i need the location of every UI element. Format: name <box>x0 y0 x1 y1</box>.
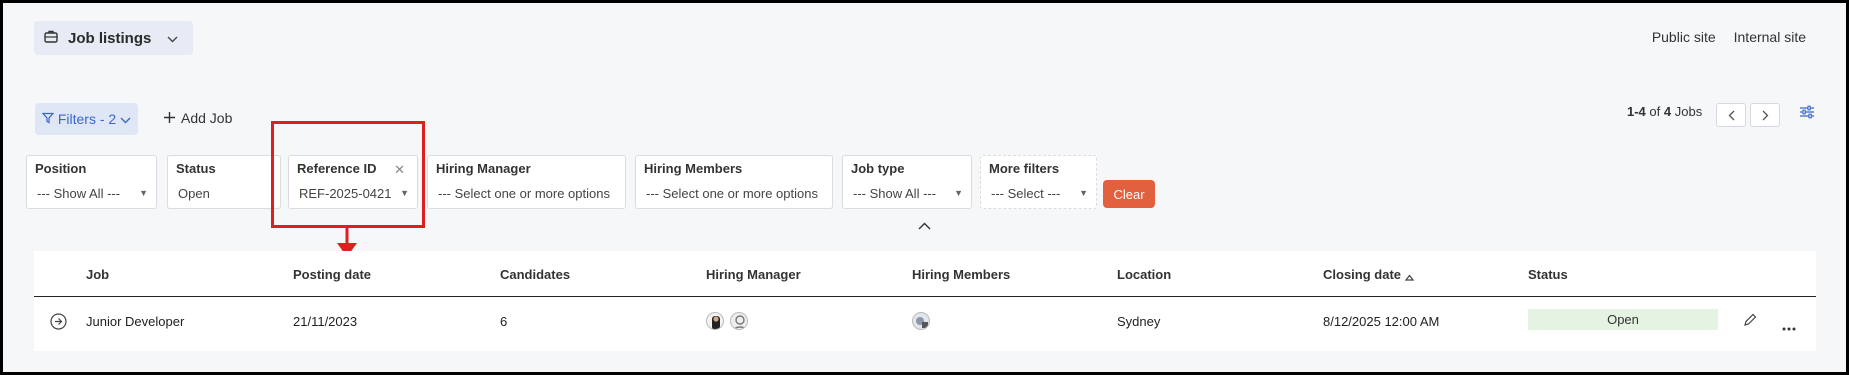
more-filters-value: --- Select --- <box>991 186 1061 201</box>
table-row[interactable]: Junior Developer 21/11/2023 6 Sydney 8/1… <box>34 298 1816 350</box>
column-candidates[interactable]: Candidates <box>500 267 570 282</box>
top-links: Public site Internal site <box>1652 29 1806 45</box>
pagination-summary: 1-4 of 4 Jobs <box>1627 104 1702 119</box>
column-hiring-manager[interactable]: Hiring Manager <box>706 267 801 282</box>
job-type-filter[interactable]: Job type --- Show All --- ▼ <box>842 155 972 209</box>
status-filter-value: Open <box>178 186 210 201</box>
chevron-up-icon[interactable] <box>918 217 931 235</box>
column-job[interactable]: Job <box>86 267 109 282</box>
status-filter[interactable]: Status Open <box>167 155 281 209</box>
chevron-down-icon <box>167 30 178 47</box>
open-job-arrow-icon[interactable] <box>50 313 67 335</box>
hiring-manager-filter-label: Hiring Manager <box>436 161 531 176</box>
status-badge: Open <box>1528 309 1718 330</box>
job-type-filter-value: --- Show All --- <box>853 186 937 201</box>
filter-icon <box>41 111 55 127</box>
job-listings-label: Job listings <box>68 29 152 47</box>
avatar <box>706 312 724 330</box>
chevron-down-icon <box>120 111 131 127</box>
table-header: Job Posting date Candidates Hiring Manag… <box>34 251 1816 297</box>
status-filter-label: Status <box>176 161 216 176</box>
column-closing-date[interactable]: Closing date <box>1323 267 1401 282</box>
briefcase-icon <box>44 30 58 47</box>
previous-page-button[interactable] <box>1716 103 1746 127</box>
add-job-button[interactable]: Add Job <box>164 110 232 126</box>
more-filters[interactable]: More filters --- Select --- ▼ <box>980 155 1097 209</box>
public-site-link[interactable]: Public site <box>1652 29 1716 45</box>
filters-button[interactable]: Filters - 2 <box>35 103 138 135</box>
column-posting-date[interactable]: Posting date <box>293 267 371 282</box>
caret-down-icon: ▼ <box>1079 188 1088 198</box>
sort-ascending-icon[interactable] <box>1404 268 1415 286</box>
jobs-table: Job Posting date Candidates Hiring Manag… <box>34 251 1816 351</box>
column-hiring-members[interactable]: Hiring Members <box>912 267 1010 282</box>
hiring-members-filter-label: Hiring Members <box>644 161 743 176</box>
annotation-highlight-box <box>271 121 425 228</box>
pagination-total: 4 <box>1663 104 1672 119</box>
more-options-icon[interactable] <box>1782 318 1796 336</box>
avatar <box>912 312 930 330</box>
pagination-of: of <box>1649 104 1661 119</box>
next-page-button[interactable] <box>1750 103 1780 127</box>
page-frame: Job listings Public site Internal site F… <box>0 0 1849 375</box>
hiring-manager-filter[interactable]: Hiring Manager --- Select one or more op… <box>427 155 626 209</box>
column-status[interactable]: Status <box>1528 267 1568 282</box>
filters-label: Filters - 2 <box>57 111 117 127</box>
chevron-right-icon <box>1762 110 1768 120</box>
job-type-filter-label: Job type <box>851 161 905 176</box>
pagination-range: 1-4 <box>1627 104 1646 119</box>
add-job-label: Add Job <box>181 110 233 126</box>
caret-down-icon: ▼ <box>139 188 148 198</box>
job-title[interactable]: Junior Developer <box>86 314 184 329</box>
avatar <box>730 312 748 330</box>
pagination-unit: Jobs <box>1674 104 1703 119</box>
hiring-members-filter-value: --- Select one or more options <box>646 186 818 201</box>
position-filter[interactable]: Position --- Show All --- ▼ <box>26 155 157 209</box>
edit-pencil-icon[interactable] <box>1743 313 1757 332</box>
column-location[interactable]: Location <box>1117 267 1171 282</box>
more-filters-label: More filters <box>989 161 1060 176</box>
caret-down-icon: ▼ <box>954 188 963 198</box>
location: Sydney <box>1117 314 1161 329</box>
chevron-left-icon <box>1728 110 1734 120</box>
posting-date: 21/11/2023 <box>293 314 358 329</box>
hiring-members-filter[interactable]: Hiring Members --- Select one or more op… <box>635 155 833 209</box>
job-listings-switcher[interactable]: Job listings <box>34 21 193 55</box>
position-filter-label: Position <box>35 161 87 176</box>
candidates-count: 6 <box>500 314 508 329</box>
internal-site-link[interactable]: Internal site <box>1734 29 1806 45</box>
column-settings-icon[interactable] <box>1799 105 1815 124</box>
hiring-manager-filter-value: --- Select one or more options <box>438 186 610 201</box>
clear-filters-button[interactable]: Clear <box>1103 180 1155 208</box>
position-filter-value: --- Show All --- <box>37 186 121 201</box>
plus-icon <box>164 110 175 126</box>
closing-date: 8/12/2025 12:00 AM <box>1323 314 1440 329</box>
